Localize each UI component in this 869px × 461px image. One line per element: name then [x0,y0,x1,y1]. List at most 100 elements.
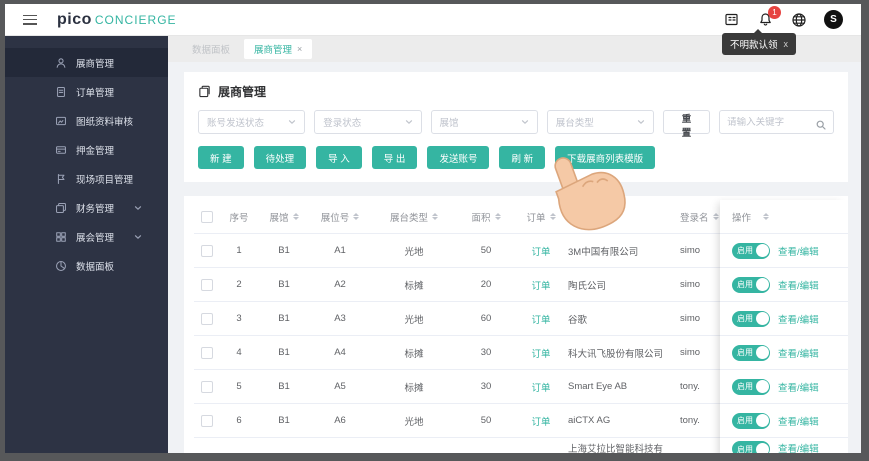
menu-toggle-icon[interactable] [23,14,37,25]
sidebar-item-label: 财务管理 [76,203,115,215]
search-icon[interactable] [816,117,826,130]
sidebar-item-drawing-review[interactable]: 图纸资料审核 [5,106,168,135]
col-header-area[interactable]: 面积 [458,210,514,224]
sidebar-item-deposit-mgmt[interactable]: 押金管理 [5,135,168,164]
page-title: 展商管理 [218,85,267,99]
view-edit-link[interactable]: 查看/编辑 [778,312,819,326]
order-link[interactable]: 订单 [531,380,550,394]
booth-type-select[interactable]: 展台类型 [546,110,655,134]
pending-button[interactable]: 待处理 [253,146,307,169]
claim-list-icon[interactable] [722,11,740,29]
ops-row: 启用 查看/编辑 [720,268,848,302]
tab-label: 展商管理 [254,45,293,56]
enable-toggle[interactable]: 启用 [732,242,770,259]
ops-row: 启用 查看/编辑 [720,234,848,268]
claim-tooltip-text: 不明款认领 [730,40,778,51]
order-link[interactable]: 订单 [531,244,550,258]
sidebar-item-finance-mgmt[interactable]: 财务管理 [5,193,168,222]
order-link[interactable]: 订单 [531,346,550,360]
sidebar-item-data-dashboard[interactable]: 数据面板 [5,251,168,280]
logo-concierge: CONCIERGE [94,12,177,27]
tab-close-icon[interactable]: × [297,44,302,54]
hall-select[interactable]: 展馆 [430,110,538,134]
enable-toggle[interactable]: 启用 [732,344,770,361]
tooltip-close-icon[interactable]: x [784,39,789,49]
company-name: 上海艾拉比智能科技有 [568,444,664,453]
sort-icon[interactable] [292,213,299,220]
view-edit-link[interactable]: 查看/编辑 [778,244,819,258]
ops-header: 操作 [720,200,848,234]
row-checkbox[interactable] [201,278,213,291]
col-header-order[interactable]: 订单 [514,210,568,224]
sidebar-item-label: 图纸资料审核 [76,116,134,128]
panel-title-row: 展商管理 [198,83,834,100]
view-edit-link[interactable]: 查看/编辑 [778,441,819,453]
company-name: 3M中国有限公司 [568,246,639,258]
view-edit-link[interactable]: 查看/编辑 [778,380,819,394]
language-globe-icon[interactable] [790,11,808,29]
sort-icon[interactable] [712,213,719,220]
row-checkbox[interactable] [201,244,213,257]
enable-toggle[interactable]: 启用 [732,412,770,429]
app-window: pico CONCIERGE 1 S 不明款认领 x 展商管理 订单管理 图纸资… [5,4,861,453]
order-link[interactable]: 订单 [531,278,550,292]
reset-button[interactable]: 重 置 [663,110,711,139]
enable-toggle[interactable]: 启用 [732,276,770,293]
sidebar-item-site-project-mgmt[interactable]: 现场项目管理 [5,164,168,193]
col-header-company[interactable]: 展商名 [568,210,680,224]
expo-icon [55,231,67,243]
tab-data-dashboard[interactable]: 数据面板 [182,39,240,59]
sidebar-item-exhibitor-mgmt[interactable]: 展商管理 [5,48,168,77]
col-header-ops[interactable]: 操作 [732,210,751,224]
deposit-icon [55,144,67,156]
sort-icon[interactable] [600,213,607,220]
site-project-icon [55,173,67,185]
enable-toggle[interactable]: 启用 [732,441,770,453]
ops-row: 启用 查看/编辑 [720,404,848,438]
operations-fixed-column: 操作 启用 查看/编辑 启用 查看/编辑 启用 查看/编辑 启用 查看/编辑 启… [720,200,848,453]
tab-exhibitor-mgmt[interactable]: 展商管理 × [244,39,313,59]
login-status-select[interactable]: 登录状态 [314,110,422,134]
col-header-hall[interactable]: 展馆 [258,210,310,224]
send-account-button[interactable]: 发送账号 [427,146,490,169]
user-avatar[interactable]: S [824,10,843,29]
sort-icon[interactable] [353,213,360,220]
sort-icon[interactable] [494,213,501,220]
row-checkbox[interactable] [201,312,213,325]
company-name: 陶氏公司 [568,280,607,292]
sort-icon[interactable] [549,213,556,220]
order-link[interactable]: 订单 [531,414,550,428]
sidebar-item-label: 现场项目管理 [76,174,134,186]
sort-icon[interactable] [763,213,770,220]
sidebar-item-order-mgmt[interactable]: 订单管理 [5,77,168,106]
row-checkbox[interactable] [201,380,213,393]
select-all-checkbox[interactable] [201,210,213,223]
top-header: pico CONCIERGE 1 S [5,4,861,36]
refresh-button[interactable]: 刷 新 [499,146,546,169]
view-edit-link[interactable]: 查看/编辑 [778,414,819,428]
action-button-row: 新 建 待处理 导 入 导 出 发送账号 刷 新 下载展商列表模版 [198,146,834,169]
col-header-type[interactable]: 展台类型 [370,210,458,224]
notification-bell-icon[interactable]: 1 [756,5,781,29]
col-header-num[interactable]: 序号 [220,210,258,224]
account-send-status-select[interactable]: 账号发送状态 [198,110,306,134]
company-name: 科大讯飞股份有限公司 [568,348,664,360]
filter-panel: 展商管理 账号发送状态 登录状态 展馆 展台类型 重 置 请输入关键字 新 建 … [184,72,848,182]
col-header-booth[interactable]: 展位号 [310,210,370,224]
row-checkbox[interactable] [201,346,213,359]
company-name: 谷歌 [568,314,588,326]
sort-icon[interactable] [432,213,438,220]
new-button[interactable]: 新 建 [198,146,244,169]
enable-toggle[interactable]: 启用 [732,378,770,395]
select-placeholder: 展台类型 [555,118,594,129]
export-button[interactable]: 导 出 [371,146,418,169]
row-checkbox[interactable] [201,414,213,427]
search-input[interactable] [727,116,812,128]
order-link[interactable]: 订单 [531,312,550,326]
view-edit-link[interactable]: 查看/编辑 [778,346,819,360]
sidebar-item-expo-mgmt[interactable]: 展会管理 [5,222,168,251]
import-button[interactable]: 导 入 [316,146,362,169]
enable-toggle[interactable]: 启用 [732,310,770,327]
view-edit-link[interactable]: 查看/编辑 [778,278,819,292]
download-template-button[interactable]: 下载展商列表模版 [555,146,656,169]
